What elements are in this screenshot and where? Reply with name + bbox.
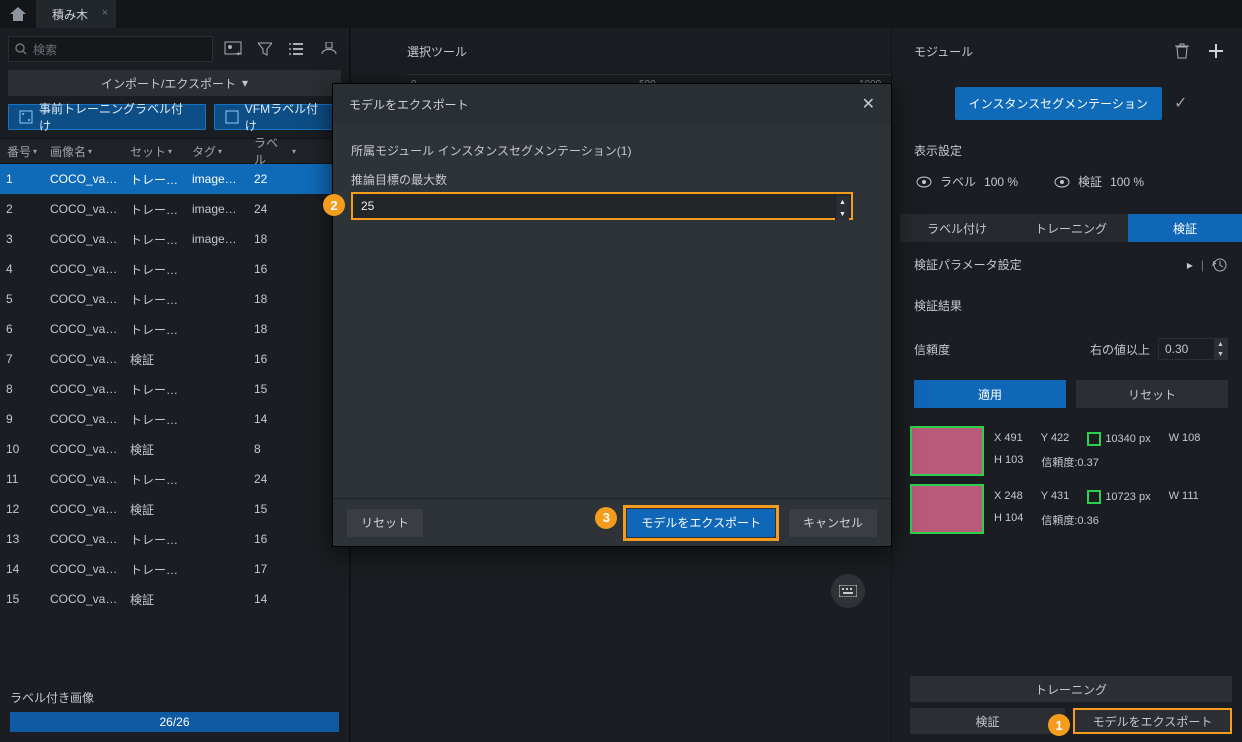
step-down-icon[interactable]: ▼ [835, 208, 849, 220]
modal-mask: モデルをエクスポート ✕ 所属モジュール インスタンスセグメンテーション(1) … [0, 0, 1242, 742]
step-up-icon[interactable]: ▲ [835, 196, 849, 208]
max-targets-input[interactable]: 25 ▲▼ [351, 192, 853, 220]
dialog-export-button[interactable]: モデルをエクスポート [627, 509, 775, 537]
close-icon[interactable]: ✕ [862, 94, 875, 114]
step-2-badge: 2 [323, 194, 345, 216]
export-model-dialog: モデルをエクスポート ✕ 所属モジュール インスタンスセグメンテーション(1) … [332, 83, 892, 547]
dialog-module-label: 所属モジュール インスタンスセグメンテーション(1) [351, 142, 873, 159]
dialog-target-label: 推論目標の最大数 [351, 171, 873, 188]
dialog-cancel-button[interactable]: キャンセル [789, 509, 877, 537]
dialog-title: モデルをエクスポート [349, 96, 469, 113]
step-3-badge: 3 [595, 507, 617, 529]
dialog-reset-button[interactable]: リセット [347, 509, 423, 537]
